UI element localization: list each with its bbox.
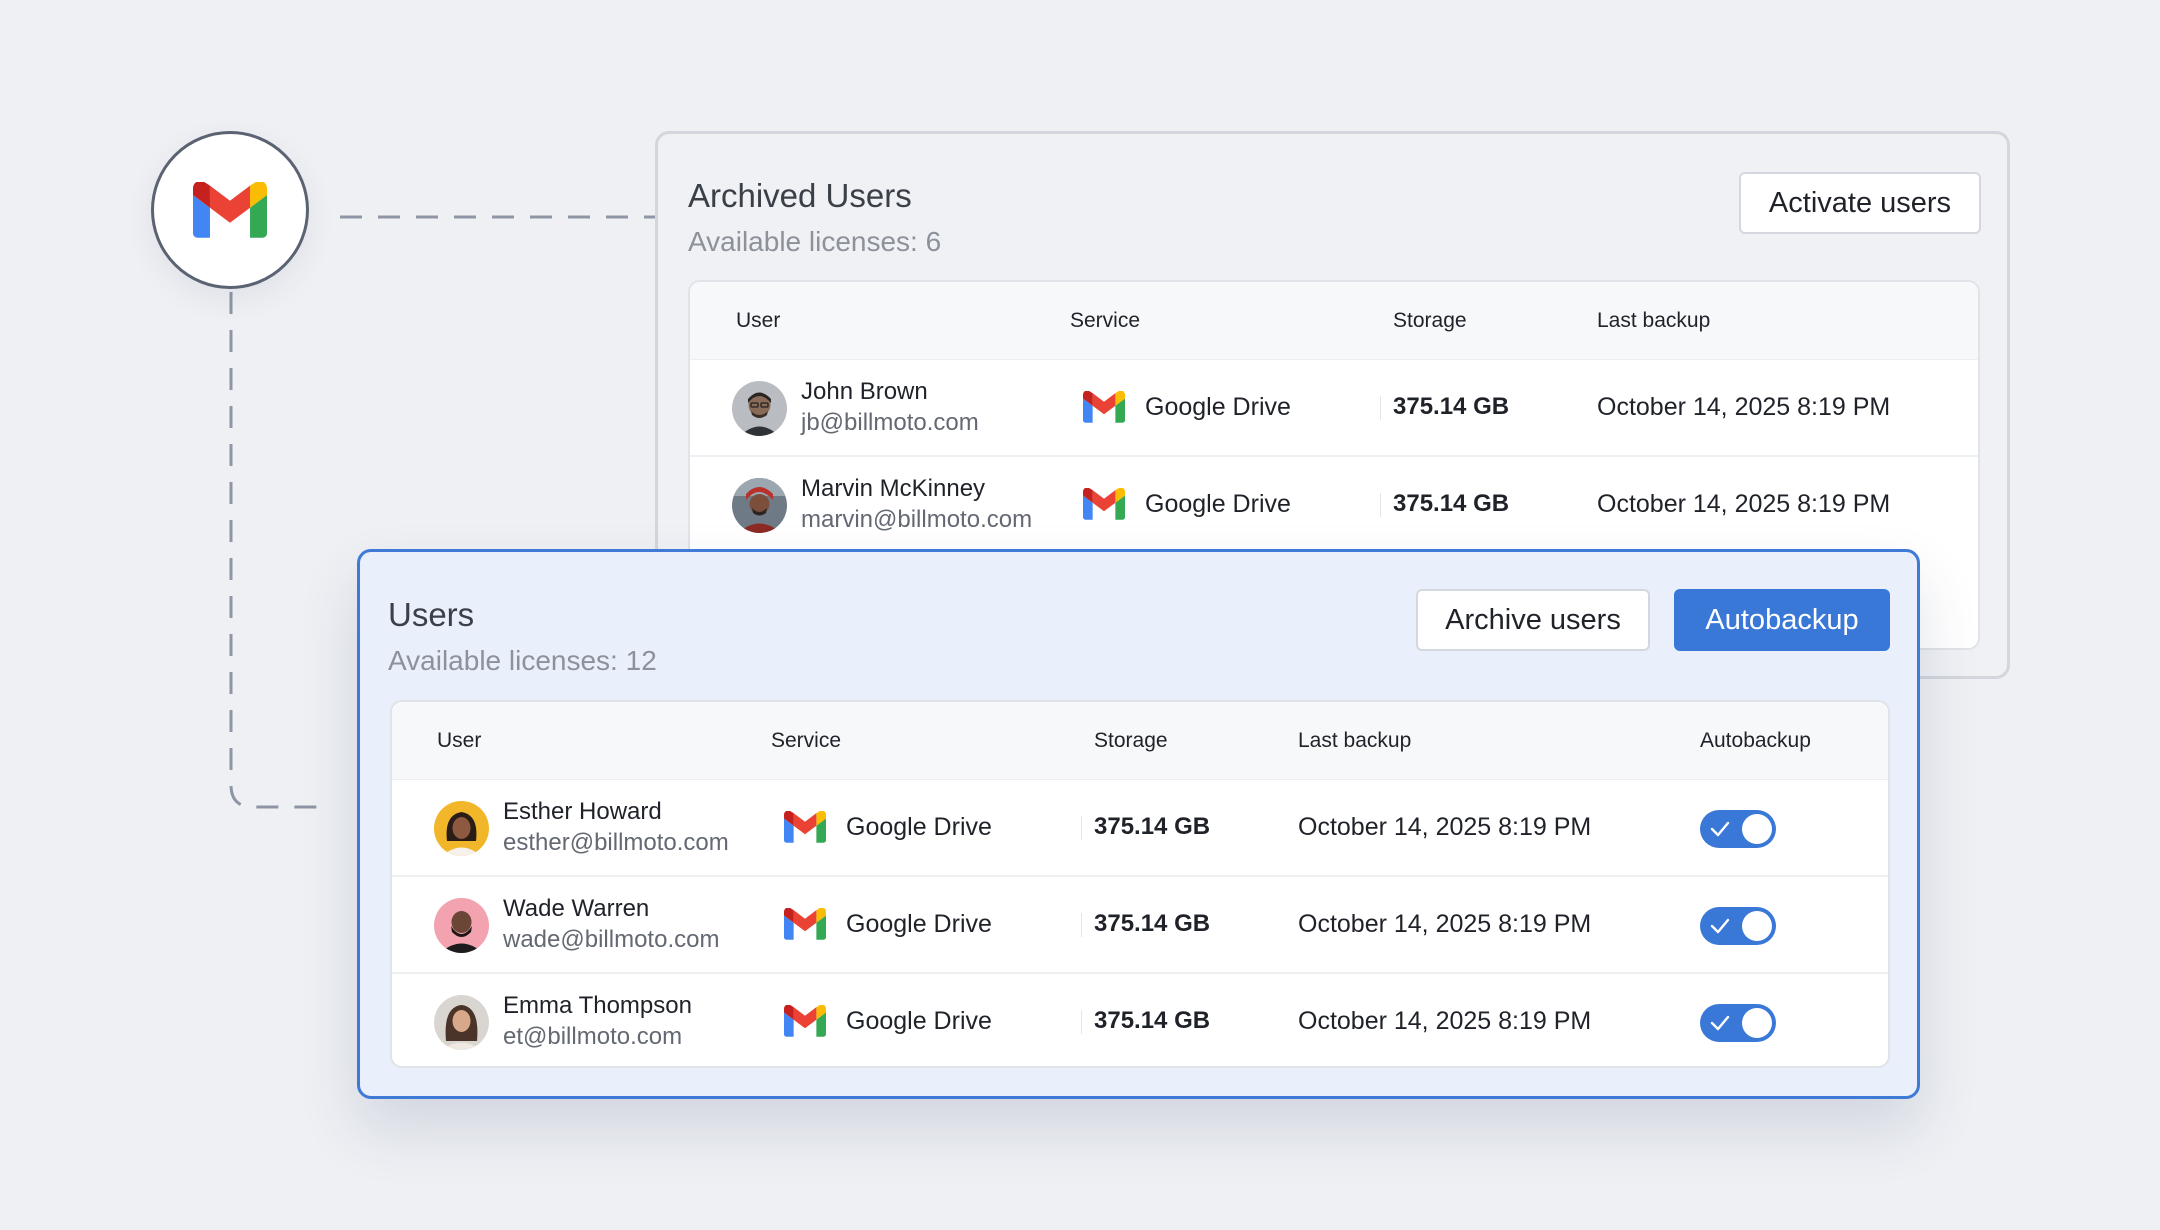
storage-value: 375.14 GB <box>1393 393 1510 420</box>
last-backup-value: October 14, 2025 8:19 PM <box>1597 490 1891 518</box>
users-title: Users <box>388 596 475 633</box>
last-backup-value: October 14, 2025 8:19 PM <box>1298 910 1592 938</box>
gmail-icon <box>193 182 267 238</box>
service-name: Google Drive <box>846 813 992 841</box>
table-row[interactable]: Marvin McKinney marvin@billmoto.com Goog… <box>690 457 1978 554</box>
service-name: Google Drive <box>1145 490 1291 518</box>
table-row[interactable]: Esther Howard esther@billmoto.com Google… <box>392 780 1888 877</box>
avatar <box>434 995 489 1050</box>
table-header: User Service Storage Last backup <box>690 282 1978 360</box>
column-header-storage[interactable]: Storage <box>1393 282 1467 360</box>
archived-title: Archived Users <box>688 177 912 214</box>
column-header-user[interactable]: User <box>736 282 780 360</box>
storage-value: 375.14 GB <box>1393 490 1510 517</box>
user-name: Wade Warren <box>503 895 650 922</box>
user-email: wade@billmoto.com <box>503 926 720 953</box>
last-backup-value: October 14, 2025 8:19 PM <box>1597 393 1891 421</box>
user-name: Marvin McKinney <box>801 475 986 502</box>
storage-value: 375.14 GB <box>1094 1007 1211 1034</box>
autobackup-toggle[interactable] <box>1700 810 1776 848</box>
column-header-autobackup[interactable]: Autobackup <box>1700 702 1811 780</box>
check-icon <box>1710 1015 1730 1031</box>
check-icon <box>1710 918 1730 934</box>
storage-value: 375.14 GB <box>1094 813 1211 840</box>
avatar <box>732 478 787 533</box>
avatar <box>434 898 489 953</box>
archive-users-button[interactable]: Archive users <box>1416 589 1650 651</box>
check-icon <box>1710 821 1730 837</box>
avatar <box>434 801 489 856</box>
gmail-icon <box>784 908 826 940</box>
table-row[interactable]: Emma Thompson et@billmoto.com Google Dri… <box>392 974 1888 1066</box>
service-name: Google Drive <box>846 910 992 938</box>
toggle-knob <box>1742 1008 1772 1038</box>
toggle-knob <box>1742 911 1772 941</box>
gmail-icon <box>784 1005 826 1037</box>
column-header-last-backup[interactable]: Last backup <box>1298 702 1411 780</box>
service-name: Google Drive <box>846 1007 992 1035</box>
gmail-badge <box>151 131 309 289</box>
avatar <box>732 381 787 436</box>
toggle-knob <box>1742 814 1772 844</box>
archived-licenses: Available licenses: 6 <box>688 226 942 257</box>
table-row[interactable]: John Brown jb@billmoto.com Google Drive … <box>690 360 1978 457</box>
autobackup-toggle[interactable] <box>1700 1004 1776 1042</box>
column-header-storage[interactable]: Storage <box>1094 702 1168 780</box>
user-name: Esther Howard <box>503 798 662 825</box>
users-table: User Service Storage Last backup Autobac… <box>390 700 1890 1068</box>
column-header-user[interactable]: User <box>437 702 481 780</box>
last-backup-value: October 14, 2025 8:19 PM <box>1298 1007 1592 1035</box>
last-backup-value: October 14, 2025 8:19 PM <box>1298 813 1592 841</box>
user-email: marvin@billmoto.com <box>801 506 1033 533</box>
user-email: et@billmoto.com <box>503 1023 683 1050</box>
table-row[interactable]: Wade Warren wade@billmoto.com Google Dri… <box>392 877 1888 974</box>
column-header-service[interactable]: Service <box>1070 282 1140 360</box>
users-panel: Users Available licenses: 12 Archive use… <box>357 549 1920 1099</box>
column-header-last-backup[interactable]: Last backup <box>1597 282 1710 360</box>
autobackup-button[interactable]: Autobackup <box>1674 589 1890 651</box>
user-name: John Brown <box>801 378 928 405</box>
user-email: jb@billmoto.com <box>801 409 979 436</box>
user-email: esther@billmoto.com <box>503 829 729 856</box>
autobackup-toggle[interactable] <box>1700 907 1776 945</box>
table-header: User Service Storage Last backup Autobac… <box>392 702 1888 780</box>
column-header-service[interactable]: Service <box>771 702 841 780</box>
activate-users-button[interactable]: Activate users <box>1739 172 1981 234</box>
user-name: Emma Thompson <box>503 992 692 1019</box>
gmail-icon <box>1083 488 1125 520</box>
users-licenses: Available licenses: 12 <box>388 645 657 676</box>
storage-value: 375.14 GB <box>1094 910 1211 937</box>
service-name: Google Drive <box>1145 393 1291 421</box>
gmail-icon <box>1083 391 1125 423</box>
gmail-icon <box>784 811 826 843</box>
